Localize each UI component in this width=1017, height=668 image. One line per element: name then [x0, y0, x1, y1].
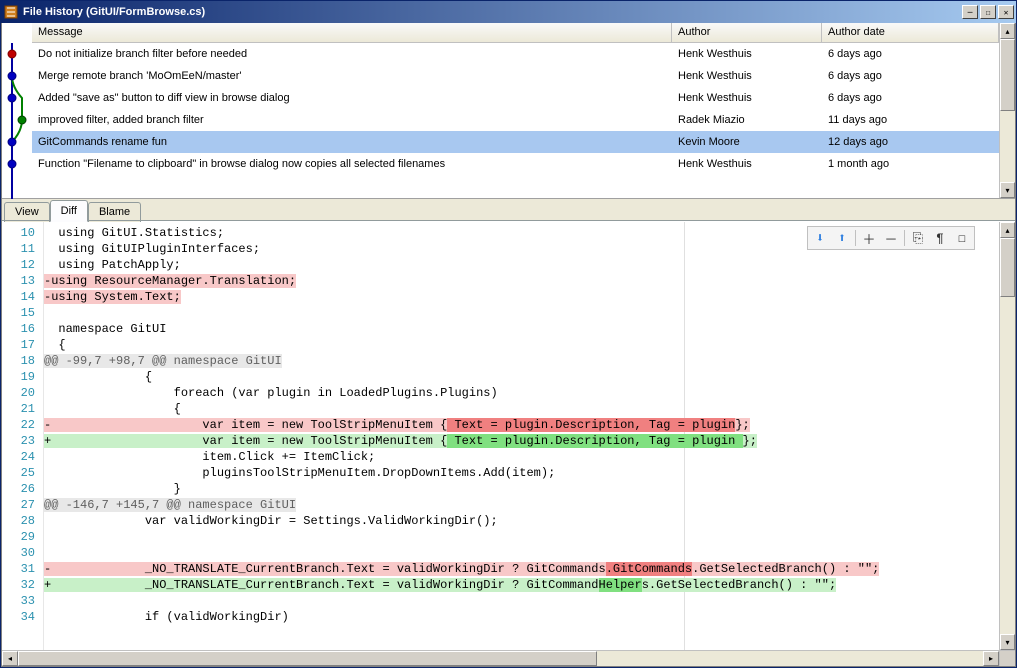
- code-line: [44, 546, 999, 562]
- maximize-button[interactable]: ☐: [980, 5, 996, 19]
- window-buttons: ─ ☐ ✕: [962, 5, 1014, 19]
- next-diff-icon[interactable]: ⬇: [809, 228, 831, 248]
- code-line: @@ -99,7 +98,7 @@ namespace GitUI: [44, 354, 999, 370]
- commit-author: Henk Westhuis: [672, 92, 822, 104]
- code-line: var validWorkingDir = Settings.ValidWork…: [44, 514, 999, 530]
- code-area[interactable]: ⬇⬆＋－⎘¶☐ using GitUI.Statistics; using Gi…: [44, 222, 999, 650]
- tab-blame[interactable]: Blame: [88, 202, 141, 222]
- commit-message: Merge remote branch 'MoOmEeN/master': [32, 70, 672, 82]
- scroll-down-icon[interactable]: ▾: [1000, 634, 1015, 650]
- commit-date: 12 days ago: [822, 136, 999, 148]
- app-icon: [3, 4, 19, 20]
- code-line: if (validWorkingDir): [44, 610, 999, 626]
- scroll-up-icon[interactable]: ▴: [1000, 23, 1015, 39]
- options-icon[interactable]: ☐: [951, 228, 973, 248]
- commit-author: Henk Westhuis: [672, 48, 822, 60]
- code-line: using PatchApply;: [44, 258, 999, 274]
- commit-author: Henk Westhuis: [672, 70, 822, 82]
- code-line: }: [44, 482, 999, 498]
- scroll-down-icon[interactable]: ▾: [1000, 182, 1015, 198]
- prev-diff-icon[interactable]: ⬆: [831, 228, 853, 248]
- grid-vscroll[interactable]: ▴ ▾: [999, 23, 1015, 198]
- commit-row[interactable]: Function "Filename to clipboard" in brow…: [32, 153, 999, 175]
- tab-view[interactable]: View: [4, 202, 50, 222]
- commit-author: Henk Westhuis: [672, 158, 822, 170]
- close-button[interactable]: ✕: [998, 5, 1014, 19]
- commit-grid: Message Author Author date Do not initia…: [2, 23, 1015, 199]
- code-line: + _NO_TRANSLATE_CurrentBranch.Text = val…: [44, 578, 999, 594]
- code-line: [44, 594, 999, 610]
- window-title: File History (GitUI/FormBrowse.cs): [23, 6, 962, 18]
- commit-date: 11 days ago: [822, 114, 999, 126]
- code-line: {: [44, 338, 999, 354]
- commit-date: 6 days ago: [822, 70, 999, 82]
- commit-list: Message Author Author date Do not initia…: [32, 23, 999, 198]
- code-line: {: [44, 370, 999, 386]
- scroll-up-icon[interactable]: ▴: [1000, 222, 1015, 238]
- tabstrip: ViewDiffBlame: [2, 199, 1015, 222]
- code-line: - _NO_TRANSLATE_CurrentBranch.Text = val…: [44, 562, 999, 578]
- code-line: -using System.Text;: [44, 290, 999, 306]
- column-date[interactable]: Author date: [822, 23, 999, 42]
- code-line: [44, 306, 999, 322]
- commit-message: Added "save as" button to diff view in b…: [32, 92, 672, 104]
- code-line: + var item = new ToolStripMenuItem { Tex…: [44, 434, 999, 450]
- column-author[interactable]: Author: [672, 23, 822, 42]
- diff-toolbar: ⬇⬆＋－⎘¶☐: [807, 226, 975, 250]
- commit-message: Function "Filename to clipboard" in brow…: [32, 158, 672, 170]
- pilcrow-icon[interactable]: ¶: [929, 228, 951, 248]
- commit-date: 1 month ago: [822, 158, 999, 170]
- code-line: [44, 530, 999, 546]
- code-line: foreach (var plugin in LoadedPlugins.Plu…: [44, 386, 999, 402]
- code-line: - var item = new ToolStripMenuItem { Tex…: [44, 418, 999, 434]
- commit-message: Do not initialize branch filter before n…: [32, 48, 672, 60]
- titlebar[interactable]: File History (GitUI/FormBrowse.cs) ─ ☐ ✕: [1, 1, 1016, 23]
- scroll-corner: [999, 651, 1015, 666]
- commit-message: GitCommands rename fun: [32, 136, 672, 148]
- column-message[interactable]: Message: [32, 23, 672, 42]
- grid-header: Message Author Author date: [32, 23, 999, 43]
- diff-viewer: 1011121314151617181920212223242526272829…: [2, 222, 1015, 650]
- file-history-window: File History (GitUI/FormBrowse.cs) ─ ☐ ✕: [0, 0, 1017, 668]
- commit-row[interactable]: improved filter, added branch filterRade…: [32, 109, 999, 131]
- commit-message: improved filter, added branch filter: [32, 114, 672, 126]
- code-line: item.Click += ItemClick;: [44, 450, 999, 466]
- commit-row[interactable]: Merge remote branch 'MoOmEeN/master'Henk…: [32, 65, 999, 87]
- diff-hscroll[interactable]: ◂ ▸: [2, 650, 1015, 666]
- commit-date: 6 days ago: [822, 48, 999, 60]
- commit-author: Radek Miazio: [672, 114, 822, 126]
- code-line: @@ -146,7 +145,7 @@ namespace GitUI: [44, 498, 999, 514]
- code-line: pluginsToolStripMenuItem.DropDownItems.A…: [44, 466, 999, 482]
- code-line: namespace GitUI: [44, 322, 999, 338]
- diff-vscroll[interactable]: ▴ ▾: [999, 222, 1015, 650]
- minimize-button[interactable]: ─: [962, 5, 978, 19]
- tab-diff[interactable]: Diff: [50, 200, 88, 222]
- commit-graph: [2, 23, 32, 198]
- scroll-left-icon[interactable]: ◂: [2, 651, 18, 666]
- scroll-right-icon[interactable]: ▸: [983, 651, 999, 666]
- code-line: {: [44, 402, 999, 418]
- content-area: Message Author Author date Do not initia…: [1, 23, 1016, 667]
- zoom-in-icon[interactable]: ＋: [858, 228, 880, 248]
- zoom-out-icon[interactable]: －: [880, 228, 902, 248]
- commit-row[interactable]: GitCommands rename funKevin Moore12 days…: [32, 131, 999, 153]
- commit-row[interactable]: Added "save as" button to diff view in b…: [32, 87, 999, 109]
- commit-date: 6 days ago: [822, 92, 999, 104]
- copy-icon[interactable]: ⎘: [907, 228, 929, 248]
- commit-row[interactable]: Do not initialize branch filter before n…: [32, 43, 999, 65]
- code-line: -using ResourceManager.Translation;: [44, 274, 999, 290]
- line-number-gutter: 1011121314151617181920212223242526272829…: [2, 222, 44, 650]
- commit-author: Kevin Moore: [672, 136, 822, 148]
